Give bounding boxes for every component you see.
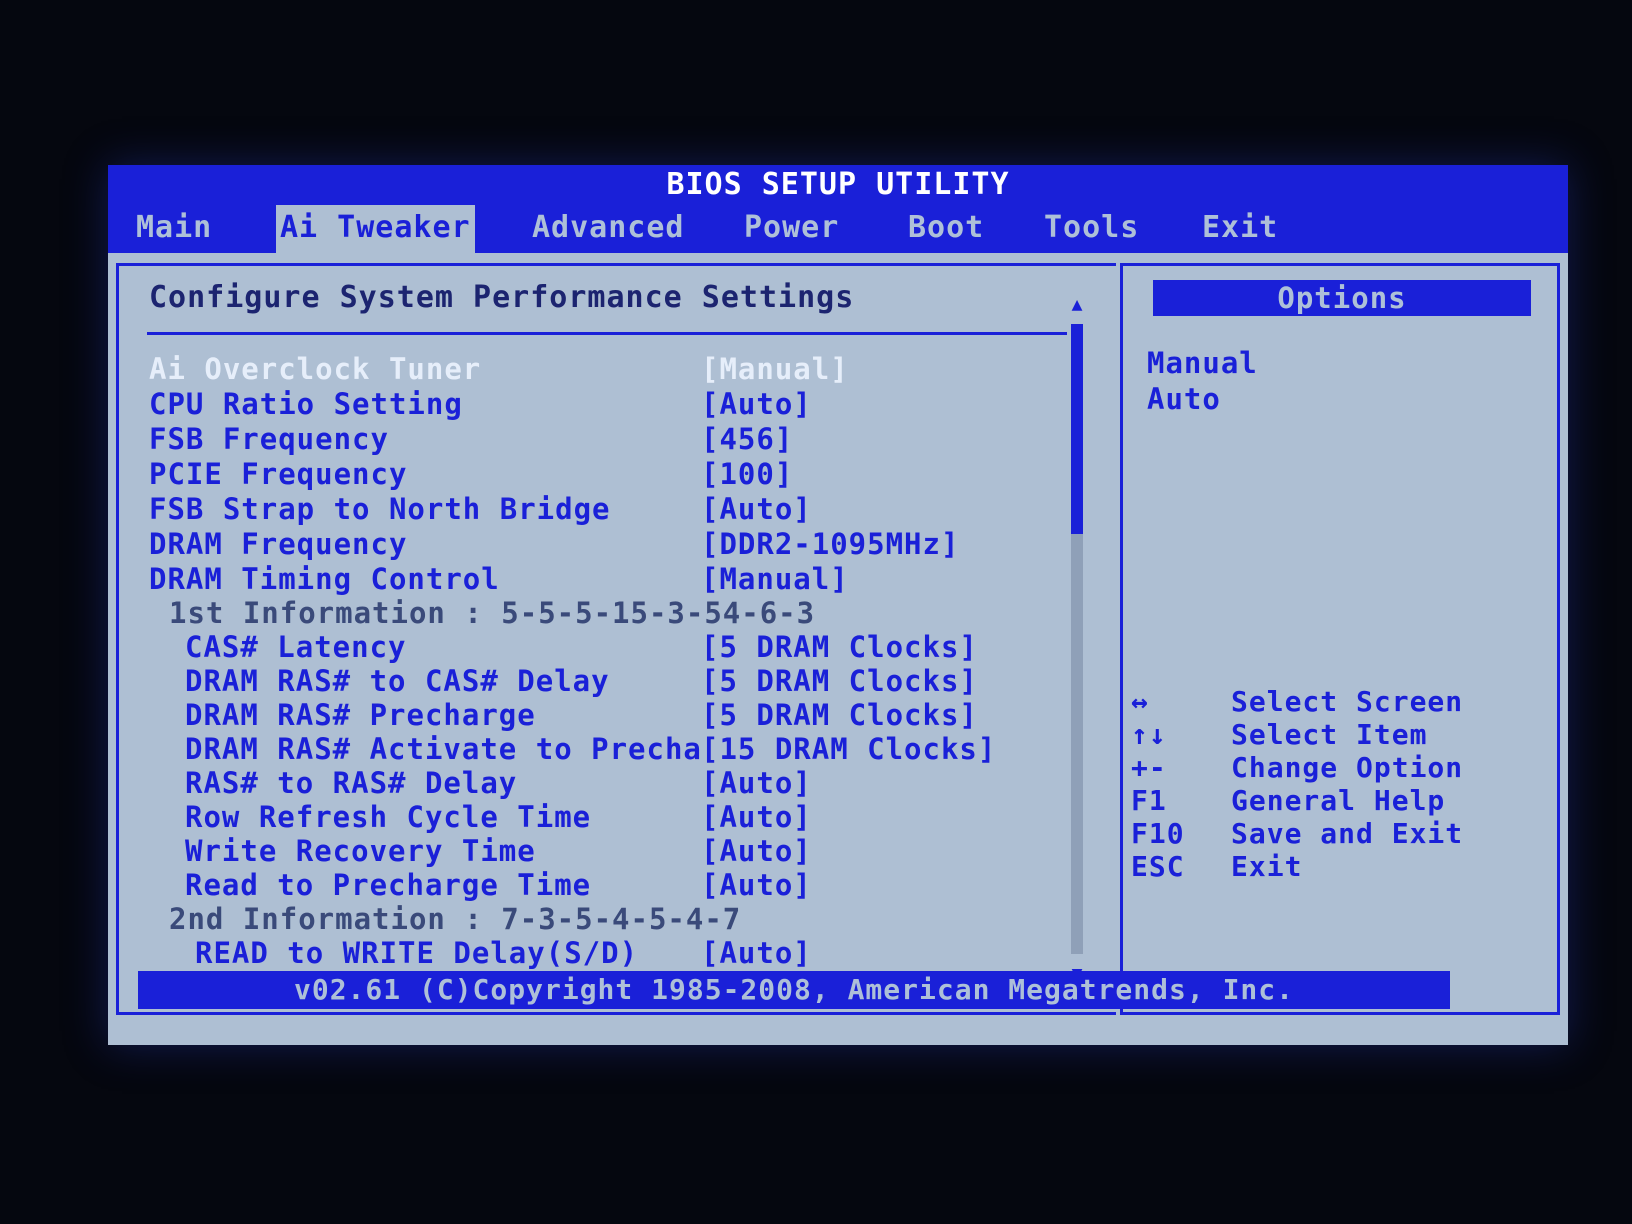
setting-value: [Auto]	[701, 492, 812, 526]
setting-label: RAS# to RAS# Delay	[185, 766, 518, 800]
heading-divider	[147, 332, 1067, 335]
info-text: 2nd Information : 7-3-5-4-5-4-7	[169, 902, 742, 936]
setting-label: DRAM RAS# to CAS# Delay	[185, 664, 610, 698]
setting-label: DRAM Frequency	[149, 527, 408, 561]
bios-screen: BIOS SETUP UTILITY Main Ai Tweaker Advan…	[108, 165, 1568, 1045]
setting-value: [5 DRAM Clocks]	[701, 698, 978, 732]
scroll-track[interactable]	[1071, 324, 1083, 954]
option-manual[interactable]: Manual	[1147, 346, 1258, 380]
settings-panel: Configure System Performance Settings Ai…	[116, 263, 1116, 1015]
scrollbar[interactable]: ▲ ▼	[1069, 294, 1085, 984]
info-text: 1st Information : 5-5-5-15-3-54-6-3	[169, 596, 816, 630]
setting-label: READ to WRITE Delay(S/D)	[195, 936, 639, 970]
option-auto[interactable]: Auto	[1147, 382, 1221, 416]
setting-value: [Auto]	[701, 387, 812, 421]
menu-main[interactable]: Main	[132, 205, 216, 253]
setting-label: PCIE Frequency	[149, 457, 408, 491]
bios-title: BIOS SETUP UTILITY	[108, 165, 1568, 205]
setting-value: [Manual]	[701, 562, 849, 596]
setting-label: FSB Frequency	[149, 422, 389, 456]
setting-value: [456]	[701, 422, 794, 456]
setting-value: [15 DRAM Clocks]	[701, 732, 997, 766]
setting-label: FSB Strap to North Bridge	[149, 492, 611, 526]
setting-value: [Auto]	[701, 868, 812, 902]
setting-label: Ai Overclock Tuner	[149, 352, 482, 386]
setting-value: [100]	[701, 457, 794, 491]
key-description: General Help	[1231, 784, 1446, 817]
menu-ai-tweaker[interactable]: Ai Tweaker	[276, 205, 475, 253]
setting-value: [Manual]	[701, 352, 849, 386]
key-description: Select Item	[1231, 718, 1428, 751]
setting-value: [5 DRAM Clocks]	[701, 630, 978, 664]
menu-power[interactable]: Power	[740, 205, 843, 253]
menu-tools[interactable]: Tools	[1040, 205, 1143, 253]
scroll-up-arrow-icon[interactable]: ▲	[1069, 294, 1085, 315]
key-f10: F10	[1131, 817, 1185, 850]
key-arrows-vertical: ↑↓	[1131, 718, 1167, 751]
menu-advanced[interactable]: Advanced	[528, 205, 689, 253]
setting-label: CAS# Latency	[185, 630, 407, 664]
setting-value: [Auto]	[701, 766, 812, 800]
copyright-footer: v02.61 (C)Copyright 1985-2008, American …	[138, 971, 1450, 1009]
key-description: Save and Exit	[1231, 817, 1464, 850]
setting-label: DRAM Timing Control	[149, 562, 500, 596]
key-plus-minus: +-	[1131, 751, 1167, 784]
key-esc: ESC	[1131, 850, 1185, 883]
help-panel: Options Manual Auto ↔ Select Screen ↑↓ S…	[1120, 263, 1560, 1015]
key-description: Exit	[1231, 850, 1303, 883]
menu-bar: Main Ai Tweaker Advanced Power Boot Tool…	[108, 205, 1568, 253]
key-description: Change Option	[1231, 751, 1464, 784]
key-description: Select Screen	[1231, 685, 1464, 718]
setting-label: DRAM RAS# Activate to Precha	[185, 732, 702, 766]
menu-boot[interactable]: Boot	[904, 205, 988, 253]
key-f1: F1	[1131, 784, 1167, 817]
setting-label: DRAM RAS# Precharge	[185, 698, 536, 732]
setting-label: Read to Precharge Time	[185, 868, 592, 902]
setting-label: CPU Ratio Setting	[149, 387, 463, 421]
scroll-thumb[interactable]	[1071, 324, 1083, 534]
setting-label: Write Recovery Time	[185, 834, 536, 868]
options-header: Options	[1153, 280, 1531, 316]
menu-exit[interactable]: Exit	[1198, 205, 1282, 253]
setting-value: [Auto]	[701, 800, 812, 834]
panel-heading: Configure System Performance Settings	[149, 280, 855, 315]
setting-label: Row Refresh Cycle Time	[185, 800, 592, 834]
setting-value: [Auto]	[701, 936, 812, 970]
key-arrows-horizontal: ↔	[1131, 685, 1149, 718]
setting-value: [DDR2-1095MHz]	[701, 527, 960, 561]
setting-value: [Auto]	[701, 834, 812, 868]
setting-value: [5 DRAM Clocks]	[701, 664, 978, 698]
